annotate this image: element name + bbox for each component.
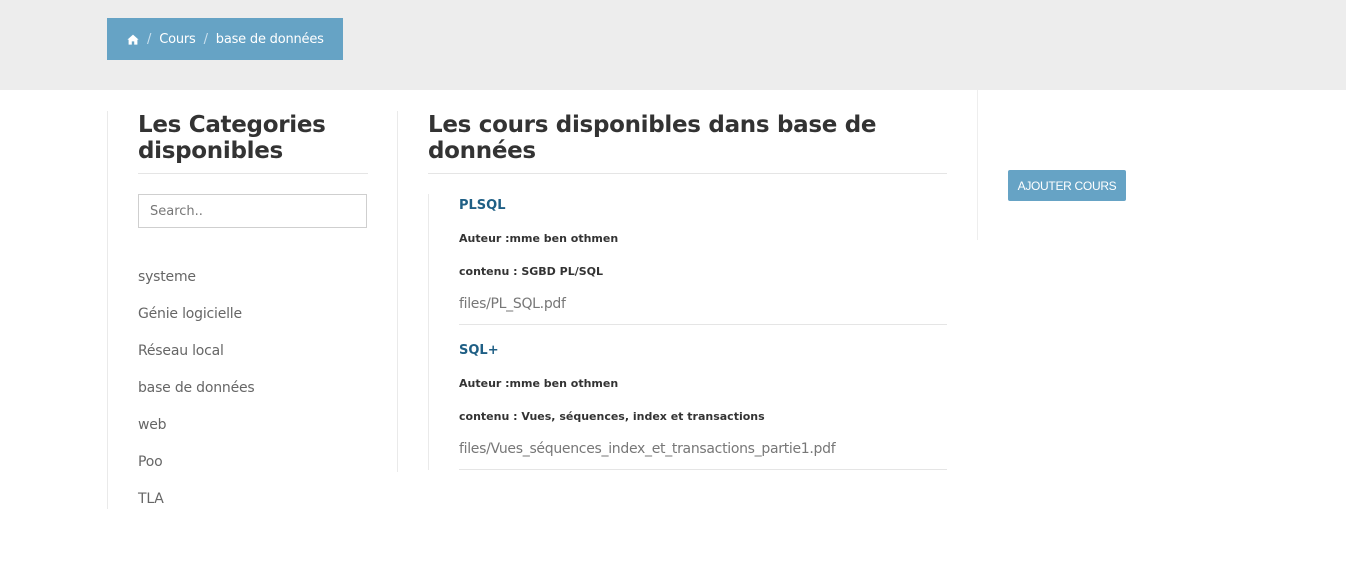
categories-sidebar: Les Categories disponibles systeme Génie… — [107, 111, 398, 509]
category-item-tla[interactable]: TLA — [138, 491, 368, 528]
breadcrumb-current[interactable]: base de données — [216, 32, 324, 47]
course-author: Auteur :mme ben othmen — [459, 232, 619, 245]
course-file-link[interactable]: files/PL_SQL.pdf — [459, 295, 947, 313]
right-column-divider — [977, 90, 978, 240]
course-title-link[interactable]: PLSQL — [459, 197, 506, 215]
breadcrumb-cours-link[interactable]: Cours — [159, 32, 196, 47]
sidebar-divider — [397, 111, 398, 472]
search-input[interactable] — [138, 194, 367, 228]
categories-heading: Les Categories disponibles — [138, 112, 326, 164]
courses-main: Les cours disponibles dans base de donné… — [428, 111, 947, 470]
breadcrumb-separator: / — [147, 31, 152, 47]
category-item-base-de-donnees[interactable]: base de données — [138, 380, 368, 417]
category-list: systeme Génie logicielle Réseau local ba… — [138, 269, 368, 528]
category-item-systeme[interactable]: systeme — [138, 269, 368, 306]
course-author: Auteur :mme ben othmen — [459, 377, 619, 390]
course-title-link[interactable]: SQL+ — [459, 342, 499, 360]
heading-divider — [428, 173, 947, 174]
course-file-link[interactable]: files/Vues_séquences_index_et_transactio… — [459, 440, 947, 458]
heading-divider — [138, 173, 368, 174]
course-list: PLSQL Auteur :mme ben othmen contenu : S… — [428, 194, 947, 470]
home-icon[interactable] — [127, 34, 139, 45]
category-item-genie-logicielle[interactable]: Génie logicielle — [138, 306, 368, 343]
course-content: contenu : Vues, séquences, index et tran… — [459, 410, 765, 423]
category-item-poo[interactable]: Poo — [138, 454, 368, 491]
add-course-button[interactable]: AJOUTER COURS — [1008, 170, 1126, 201]
breadcrumb: / Cours / base de données — [107, 18, 343, 60]
category-item-web[interactable]: web — [138, 417, 368, 454]
breadcrumb-separator: / — [203, 31, 208, 47]
category-item-reseau-local[interactable]: Réseau local — [138, 343, 368, 380]
course-item: SQL+ Auteur :mme ben othmen contenu : Vu… — [429, 325, 947, 470]
course-divider — [459, 469, 947, 470]
course-item: PLSQL Auteur :mme ben othmen contenu : S… — [429, 194, 947, 325]
course-content: contenu : SGBD PL/SQL — [459, 265, 604, 278]
page-title: Les cours disponibles dans base de donné… — [428, 112, 877, 164]
